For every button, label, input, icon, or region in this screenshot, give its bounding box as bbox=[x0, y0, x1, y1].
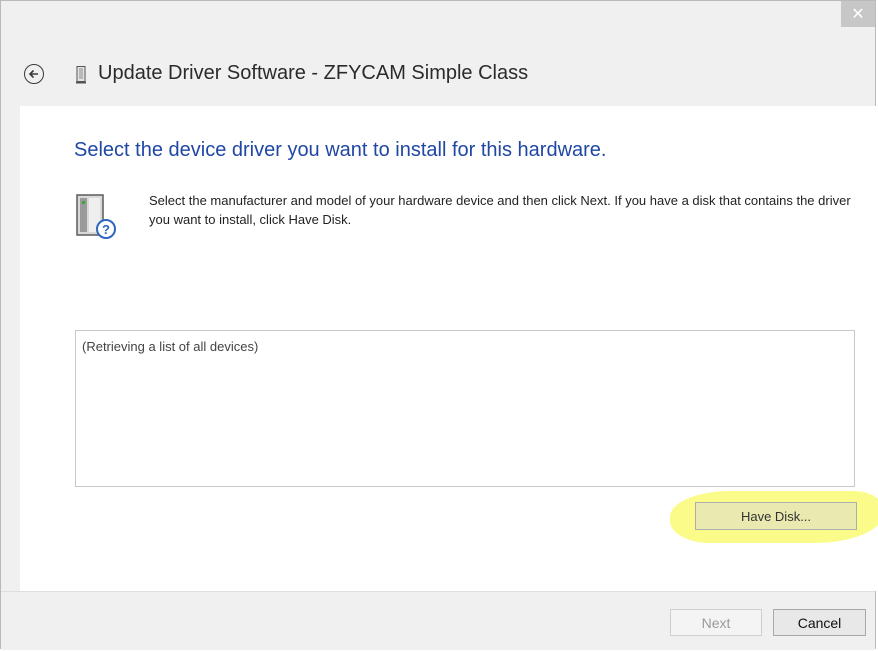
device-icon bbox=[76, 66, 86, 84]
have-disk-button[interactable]: Have Disk... bbox=[695, 502, 857, 530]
window-title: Update Driver Software - ZFYCAM Simple C… bbox=[98, 62, 529, 84]
content-area: Select the device driver you want to ins… bbox=[20, 106, 878, 591]
instructions-text: Select the manufacturer and model of you… bbox=[149, 193, 851, 227]
next-button[interactable]: Next bbox=[670, 609, 762, 636]
back-button[interactable] bbox=[24, 64, 44, 84]
svg-text:?: ? bbox=[102, 222, 110, 237]
device-list[interactable]: (Retrieving a list of all devices) bbox=[75, 330, 855, 487]
hardware-question-icon: ? bbox=[76, 194, 116, 239]
close-button[interactable]: ✕ bbox=[841, 1, 875, 27]
page-heading: Select the device driver you want to ins… bbox=[74, 139, 607, 161]
update-driver-dialog: ✕ Update Driver Software - ZFYCAM Simple… bbox=[0, 0, 878, 650]
back-arrow-icon bbox=[28, 69, 38, 79]
dialog-footer: Next Cancel bbox=[1, 591, 875, 650]
dialog-header: Update Driver Software - ZFYCAM Simple C… bbox=[1, 41, 875, 106]
title-bar: ✕ bbox=[1, 1, 875, 41]
cancel-button[interactable]: Cancel bbox=[773, 609, 866, 636]
list-status-text: (Retrieving a list of all devices) bbox=[82, 339, 259, 354]
close-icon: ✕ bbox=[851, 6, 865, 23]
